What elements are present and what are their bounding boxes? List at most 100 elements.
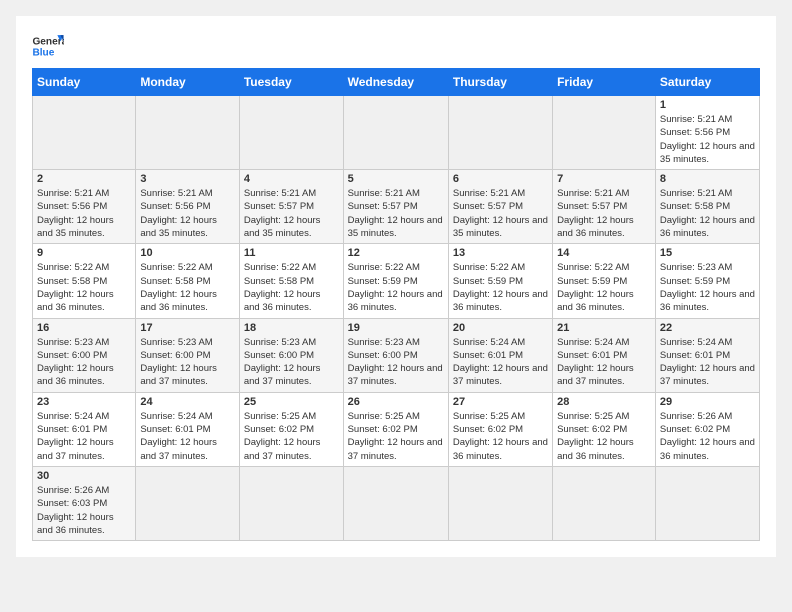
day-number: 27 <box>453 396 548 408</box>
day-info: Sunrise: 5:23 AMSunset: 6:00 PMDaylight:… <box>348 336 444 389</box>
calendar-cell-29: 29 Sunrise: 5:26 AMSunset: 6:02 PMDayligh… <box>655 392 759 466</box>
day-info: Sunrise: 5:24 AMSunset: 6:01 PMDaylight:… <box>140 410 235 463</box>
weekday-header-saturday: Saturday <box>655 69 759 96</box>
day-number: 25 <box>244 396 339 408</box>
calendar-cell-empty <box>343 96 448 170</box>
calendar-cell-13: 13 Sunrise: 5:22 AMSunset: 5:59 PMDayligh… <box>448 244 552 318</box>
weekday-header-thursday: Thursday <box>448 69 552 96</box>
calendar-cell-empty <box>343 466 448 540</box>
calendar-cell-10: 10Sunrise: 5:22 AMSunset: 5:58 PMDayligh… <box>136 244 240 318</box>
calendar-week-2: 9 Sunrise: 5:22 AMSunset: 5:58 PMDaylight… <box>33 244 760 318</box>
day-info: Sunrise: 5:21 AMSunset: 5:57 PMDaylight:… <box>557 187 651 240</box>
day-info: Sunrise: 5:22 AMSunset: 5:59 PMDaylight:… <box>453 261 548 314</box>
calendar-cell-24: 24Sunrise: 5:24 AMSunset: 6:01 PMDayligh… <box>136 392 240 466</box>
calendar-table: SundayMondayTuesdayWednesdayThursdayFrid… <box>32 68 760 541</box>
day-info: Sunrise: 5:21 AMSunset: 5:57 PMDaylight:… <box>453 187 548 240</box>
day-number: 21 <box>557 322 651 334</box>
day-number: 26 <box>348 396 444 408</box>
calendar-cell-30: 30Sunrise: 5:26 AMSunset: 6:03 PMDayligh… <box>33 466 136 540</box>
day-number: 28 <box>557 396 651 408</box>
logo-icon: General Blue <box>32 32 64 60</box>
day-info: Sunrise: 5:24 AMSunset: 6:01 PMDaylight:… <box>660 336 755 389</box>
weekday-header-sunday: Sunday <box>33 69 136 96</box>
day-info: Sunrise: 5:24 AMSunset: 6:01 PMDaylight:… <box>557 336 651 389</box>
day-info: Sunrise: 5:25 AMSunset: 6:02 PMDaylight:… <box>348 410 444 463</box>
calendar-cell-14: 14 Sunrise: 5:22 AMSunset: 5:59 PMDayligh… <box>553 244 656 318</box>
calendar-week-3: 16 Sunrise: 5:23 AMSunset: 6:00 PMDayligh… <box>33 318 760 392</box>
day-number: 23 <box>37 396 131 408</box>
weekday-header-monday: Monday <box>136 69 240 96</box>
day-info: Sunrise: 5:21 AMSunset: 5:56 PMDaylight:… <box>140 187 235 240</box>
day-number: 30 <box>37 470 131 482</box>
calendar-cell-empty <box>553 466 656 540</box>
calendar-cell-3: 3 Sunrise: 5:21 AMSunset: 5:56 PMDaylight… <box>136 170 240 244</box>
day-number: 10 <box>140 247 235 259</box>
calendar-week-0: 1 Sunrise: 5:21 AMSunset: 5:56 PMDaylight… <box>33 96 760 170</box>
day-number: 7 <box>557 173 651 185</box>
day-number: 5 <box>348 173 444 185</box>
day-number: 16 <box>37 322 131 334</box>
calendar-cell-empty <box>448 466 552 540</box>
day-number: 19 <box>348 322 444 334</box>
calendar-cell-empty <box>33 96 136 170</box>
day-number: 3 <box>140 173 235 185</box>
calendar-cell-2: 2 Sunrise: 5:21 AMSunset: 5:56 PMDaylight… <box>33 170 136 244</box>
calendar-body: 1 Sunrise: 5:21 AMSunset: 5:56 PMDaylight… <box>33 96 760 541</box>
day-info: Sunrise: 5:21 AMSunset: 5:57 PMDaylight:… <box>348 187 444 240</box>
calendar-cell-9: 9 Sunrise: 5:22 AMSunset: 5:58 PMDaylight… <box>33 244 136 318</box>
day-info: Sunrise: 5:21 AMSunset: 5:58 PMDaylight:… <box>660 187 755 240</box>
day-number: 18 <box>244 322 339 334</box>
day-number: 20 <box>453 322 548 334</box>
day-number: 4 <box>244 173 339 185</box>
day-number: 14 <box>557 247 651 259</box>
calendar-cell-empty <box>448 96 552 170</box>
weekday-header-row: SundayMondayTuesdayWednesdayThursdayFrid… <box>33 69 760 96</box>
day-number: 8 <box>660 173 755 185</box>
day-info: Sunrise: 5:23 AMSunset: 6:00 PMDaylight:… <box>37 336 131 389</box>
calendar-cell-empty <box>553 96 656 170</box>
calendar-cell-19: 19 Sunrise: 5:23 AMSunset: 6:00 PMDayligh… <box>343 318 448 392</box>
day-number: 11 <box>244 247 339 259</box>
calendar-cell-5: 5 Sunrise: 5:21 AMSunset: 5:57 PMDaylight… <box>343 170 448 244</box>
day-number: 9 <box>37 247 131 259</box>
calendar-cell-26: 26 Sunrise: 5:25 AMSunset: 6:02 PMDayligh… <box>343 392 448 466</box>
day-number: 22 <box>660 322 755 334</box>
day-info: Sunrise: 5:26 AMSunset: 6:02 PMDaylight:… <box>660 410 755 463</box>
day-number: 13 <box>453 247 548 259</box>
calendar-cell-17: 17 Sunrise: 5:23 AMSunset: 6:00 PMDayligh… <box>136 318 240 392</box>
day-number: 29 <box>660 396 755 408</box>
calendar-cell-6: 6Sunrise: 5:21 AMSunset: 5:57 PMDaylight… <box>448 170 552 244</box>
calendar-cell-empty <box>136 466 240 540</box>
day-number: 1 <box>660 99 755 111</box>
calendar-cell-empty <box>136 96 240 170</box>
day-number: 17 <box>140 322 235 334</box>
day-info: Sunrise: 5:22 AMSunset: 5:59 PMDaylight:… <box>557 261 651 314</box>
calendar-cell-empty <box>655 466 759 540</box>
day-info: Sunrise: 5:23 AMSunset: 6:00 PMDaylight:… <box>244 336 339 389</box>
calendar-week-5: 30Sunrise: 5:26 AMSunset: 6:03 PMDayligh… <box>33 466 760 540</box>
calendar-cell-23: 23 Sunrise: 5:24 AMSunset: 6:01 PMDayligh… <box>33 392 136 466</box>
calendar-cell-16: 16 Sunrise: 5:23 AMSunset: 6:00 PMDayligh… <box>33 318 136 392</box>
weekday-header-friday: Friday <box>553 69 656 96</box>
calendar-cell-20: 20Sunrise: 5:24 AMSunset: 6:01 PMDayligh… <box>448 318 552 392</box>
day-number: 2 <box>37 173 131 185</box>
calendar-cell-empty <box>239 466 343 540</box>
day-info: Sunrise: 5:21 AMSunset: 5:56 PMDaylight:… <box>37 187 131 240</box>
day-info: Sunrise: 5:23 AMSunset: 6:00 PMDaylight:… <box>140 336 235 389</box>
day-info: Sunrise: 5:22 AMSunset: 5:59 PMDaylight:… <box>348 261 444 314</box>
calendar-cell-empty <box>239 96 343 170</box>
calendar-cell-11: 11 Sunrise: 5:22 AMSunset: 5:58 PMDayligh… <box>239 244 343 318</box>
calendar-cell-4: 4Sunrise: 5:21 AMSunset: 5:57 PMDaylight… <box>239 170 343 244</box>
calendar-cell-18: 18 Sunrise: 5:23 AMSunset: 6:00 PMDayligh… <box>239 318 343 392</box>
calendar-cell-8: 8 Sunrise: 5:21 AMSunset: 5:58 PMDaylight… <box>655 170 759 244</box>
day-info: Sunrise: 5:22 AMSunset: 5:58 PMDaylight:… <box>37 261 131 314</box>
day-info: Sunrise: 5:24 AMSunset: 6:01 PMDaylight:… <box>37 410 131 463</box>
calendar-cell-21: 21 Sunrise: 5:24 AMSunset: 6:01 PMDayligh… <box>553 318 656 392</box>
calendar-page: General Blue SundayMondayTuesdayWednesda… <box>16 16 776 557</box>
weekday-header-tuesday: Tuesday <box>239 69 343 96</box>
day-info: Sunrise: 5:22 AMSunset: 5:58 PMDaylight:… <box>244 261 339 314</box>
day-info: Sunrise: 5:25 AMSunset: 6:02 PMDaylight:… <box>244 410 339 463</box>
calendar-week-4: 23 Sunrise: 5:24 AMSunset: 6:01 PMDayligh… <box>33 392 760 466</box>
calendar-cell-28: 28Sunrise: 5:25 AMSunset: 6:02 PMDayligh… <box>553 392 656 466</box>
day-info: Sunrise: 5:21 AMSunset: 5:56 PMDaylight:… <box>660 113 755 166</box>
